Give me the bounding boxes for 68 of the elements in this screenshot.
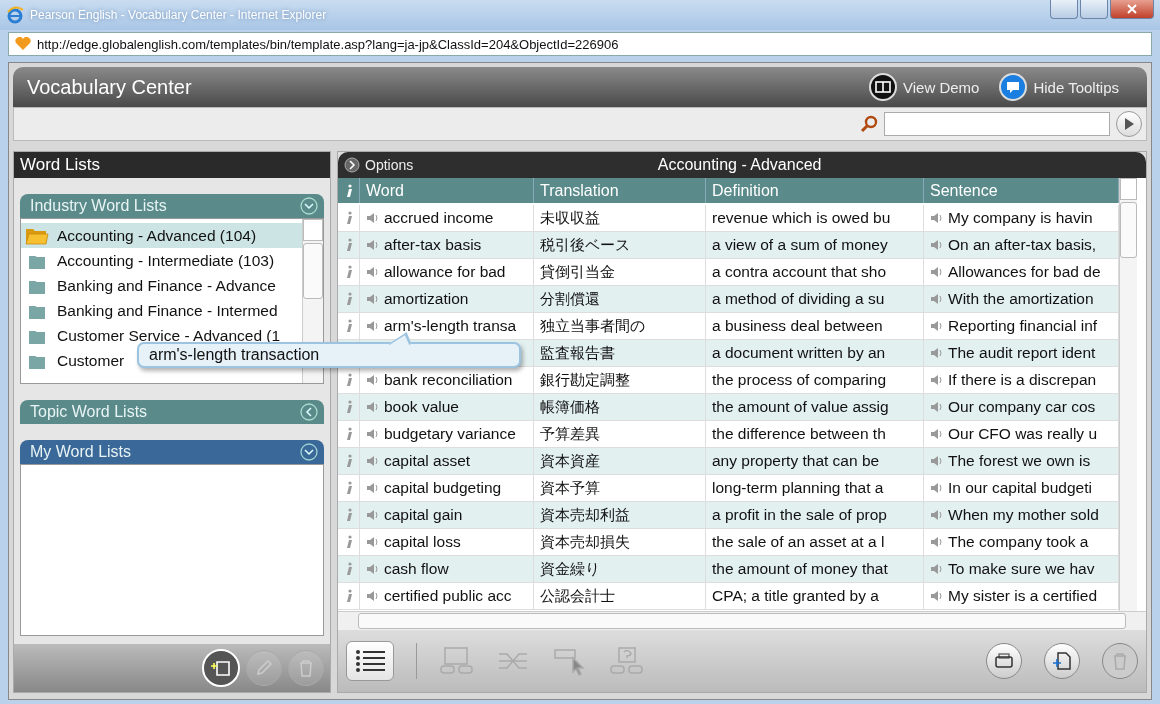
section-title: Topic Word Lists xyxy=(30,403,148,421)
word-text: capital asset xyxy=(384,452,471,470)
sentence-text: Our CFO was really u xyxy=(948,425,1097,443)
table-cell: any property that can be xyxy=(706,448,924,475)
word-text: capital gain xyxy=(384,506,463,524)
sentence-text: The forest we own is xyxy=(948,452,1091,470)
word-text: accrued income xyxy=(384,209,494,227)
table-cell: a view of a sum of money xyxy=(706,232,924,259)
sentence-text: Allowances for bad de xyxy=(948,263,1101,281)
tooltip-text: arm's-length transaction xyxy=(149,346,320,364)
table-cell: the amount of value assig xyxy=(706,394,924,421)
sentence-text: When my mother sold xyxy=(948,506,1099,524)
table-cell: revenue which is owed bu xyxy=(706,205,924,232)
url-text: http://edge.globalenglish.com/templates/bin/template.asp?lang=ja-jp&ClassId=204&ObjectId=226906 xyxy=(37,36,619,52)
table-cell: a document written by an xyxy=(706,340,924,367)
table-cell: a method of dividing a su xyxy=(706,286,924,313)
table-cell: 公認会計士 xyxy=(534,583,706,610)
sentence-text: My sister is a certified xyxy=(948,587,1097,605)
table-cell: the sale of an asset at a l xyxy=(706,529,924,556)
table-cell: long-term planning that a xyxy=(706,475,924,502)
word-lists-title: Word Lists xyxy=(14,152,330,178)
word-text: after-tax basis xyxy=(384,236,482,254)
table-cell: a business deal between xyxy=(706,313,924,340)
app-title: Vocabulary Center xyxy=(27,75,192,99)
word-text: allowance for bad xyxy=(384,263,506,281)
table-cell: the amount of money that xyxy=(706,556,924,583)
table-cell: 予算差異 xyxy=(534,421,706,448)
table-cell: 監査報告書 xyxy=(534,340,706,367)
table-cell: 資本売却利益 xyxy=(534,502,706,529)
sentence-text: On an after-tax basis, xyxy=(948,236,1097,254)
table-cell: 分割償還 xyxy=(534,286,706,313)
sentence-text: My company is havin xyxy=(948,209,1093,227)
word-text: capital budgeting xyxy=(384,479,502,497)
word-text: cash flow xyxy=(384,560,449,578)
table-cell: 資本売却損失 xyxy=(534,529,706,556)
sentence-text: Reporting financial inf xyxy=(948,317,1098,335)
section-title: My Word Lists xyxy=(30,443,132,461)
word-text: bank reconciliation xyxy=(384,371,513,389)
sentence-text: Our company car cos xyxy=(948,398,1096,416)
table-cell: 貸倒引当金 xyxy=(534,259,706,286)
sentence-text: If there is a discrepan xyxy=(948,371,1097,389)
table-cell: the difference between th xyxy=(706,421,924,448)
word-text: capital loss xyxy=(384,533,461,551)
sentence-text: To make sure we hav xyxy=(948,560,1095,578)
table-cell: 未収収益 xyxy=(534,205,706,232)
window-title: Pearson English - Vocabulary Center - Internet Explorer xyxy=(30,8,327,22)
table-cell: 帳簿価格 xyxy=(534,394,706,421)
table-cell: 資本予算 xyxy=(534,475,706,502)
table-cell: 資本資産 xyxy=(534,448,706,475)
table-title: Accounting - Advanced xyxy=(656,156,823,174)
sentence-text: The audit report ident xyxy=(948,344,1096,362)
sentence-text: In our capital budgeti xyxy=(948,479,1092,497)
sentence-text: The company took a xyxy=(948,533,1089,551)
word-text: arm's-length transa xyxy=(384,317,517,335)
table-cell: a profit in the sale of prop xyxy=(706,502,924,529)
table-cell: 資金繰り xyxy=(534,556,706,583)
sentence-text: With the amortization xyxy=(948,290,1094,308)
word-text: certified public acc xyxy=(384,587,512,605)
table-cell: 独立当事者間の xyxy=(534,313,706,340)
table-cell: CPA; a title granted by a xyxy=(706,583,924,610)
table-cell: a contra account that sho xyxy=(706,259,924,286)
word-text: budgetary variance xyxy=(384,425,516,443)
section-title: Industry Word Lists xyxy=(30,197,167,215)
table-cell: 銀行勘定調整 xyxy=(534,367,706,394)
table-cell: 税引後ベース xyxy=(534,232,706,259)
word-text: book value xyxy=(384,398,459,416)
table-cell: the process of comparing xyxy=(706,367,924,394)
word-text: amortization xyxy=(384,290,469,308)
